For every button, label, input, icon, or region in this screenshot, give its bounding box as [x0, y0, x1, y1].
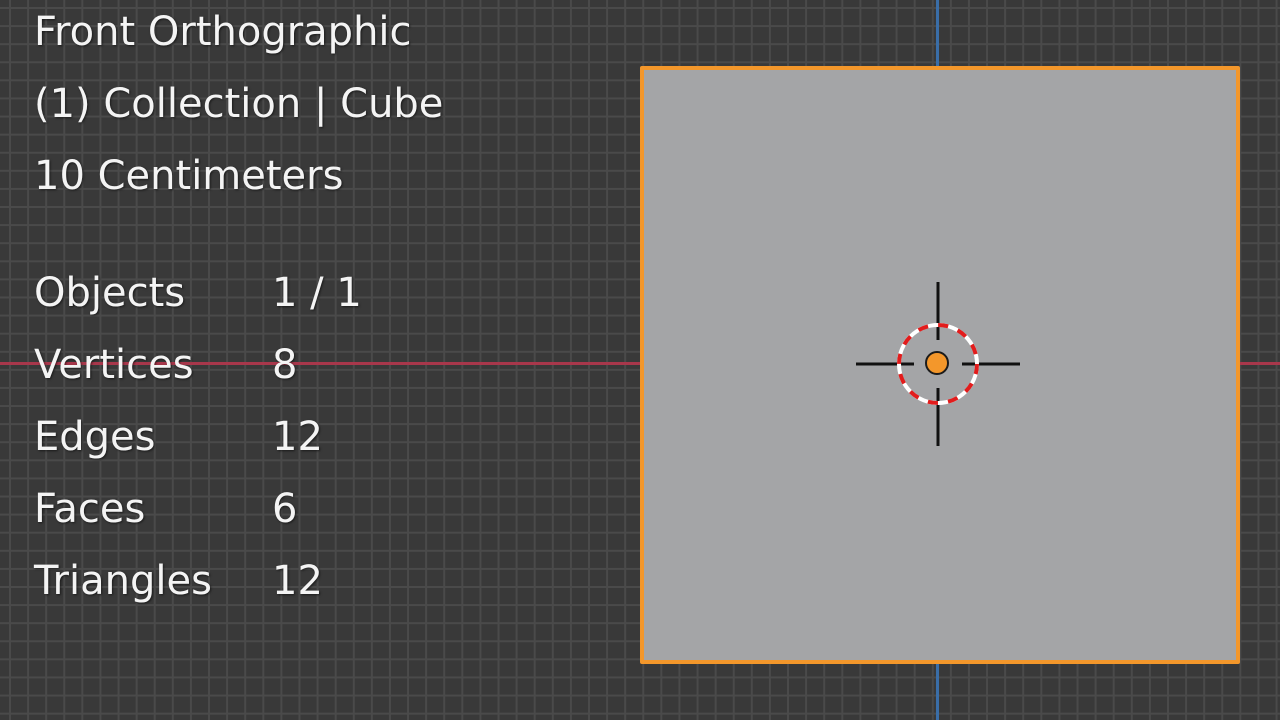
stat-label-edges: Edges — [34, 414, 156, 460]
object-origin-icon — [925, 351, 949, 375]
stat-label-objects: Objects — [34, 270, 186, 316]
stat-value-triangles: 12 — [272, 558, 323, 604]
3d-viewport[interactable]: Front Orthographic (1) Collection | Cube… — [0, 0, 1280, 720]
stat-value-edges: 12 — [272, 414, 323, 460]
view-name: Front Orthographic — [34, 9, 412, 55]
stat-label-faces: Faces — [34, 486, 146, 532]
grid-scale: 10 Centimeters — [34, 153, 344, 199]
stat-value-vertices: 8 — [272, 342, 298, 388]
stat-label-vertices: Vertices — [34, 342, 194, 388]
stat-value-faces: 6 — [272, 486, 298, 532]
collection-info: (1) Collection | Cube — [34, 81, 444, 127]
stat-label-triangles: Triangles — [34, 558, 212, 604]
stat-value-objects: 1 / 1 — [272, 270, 362, 316]
